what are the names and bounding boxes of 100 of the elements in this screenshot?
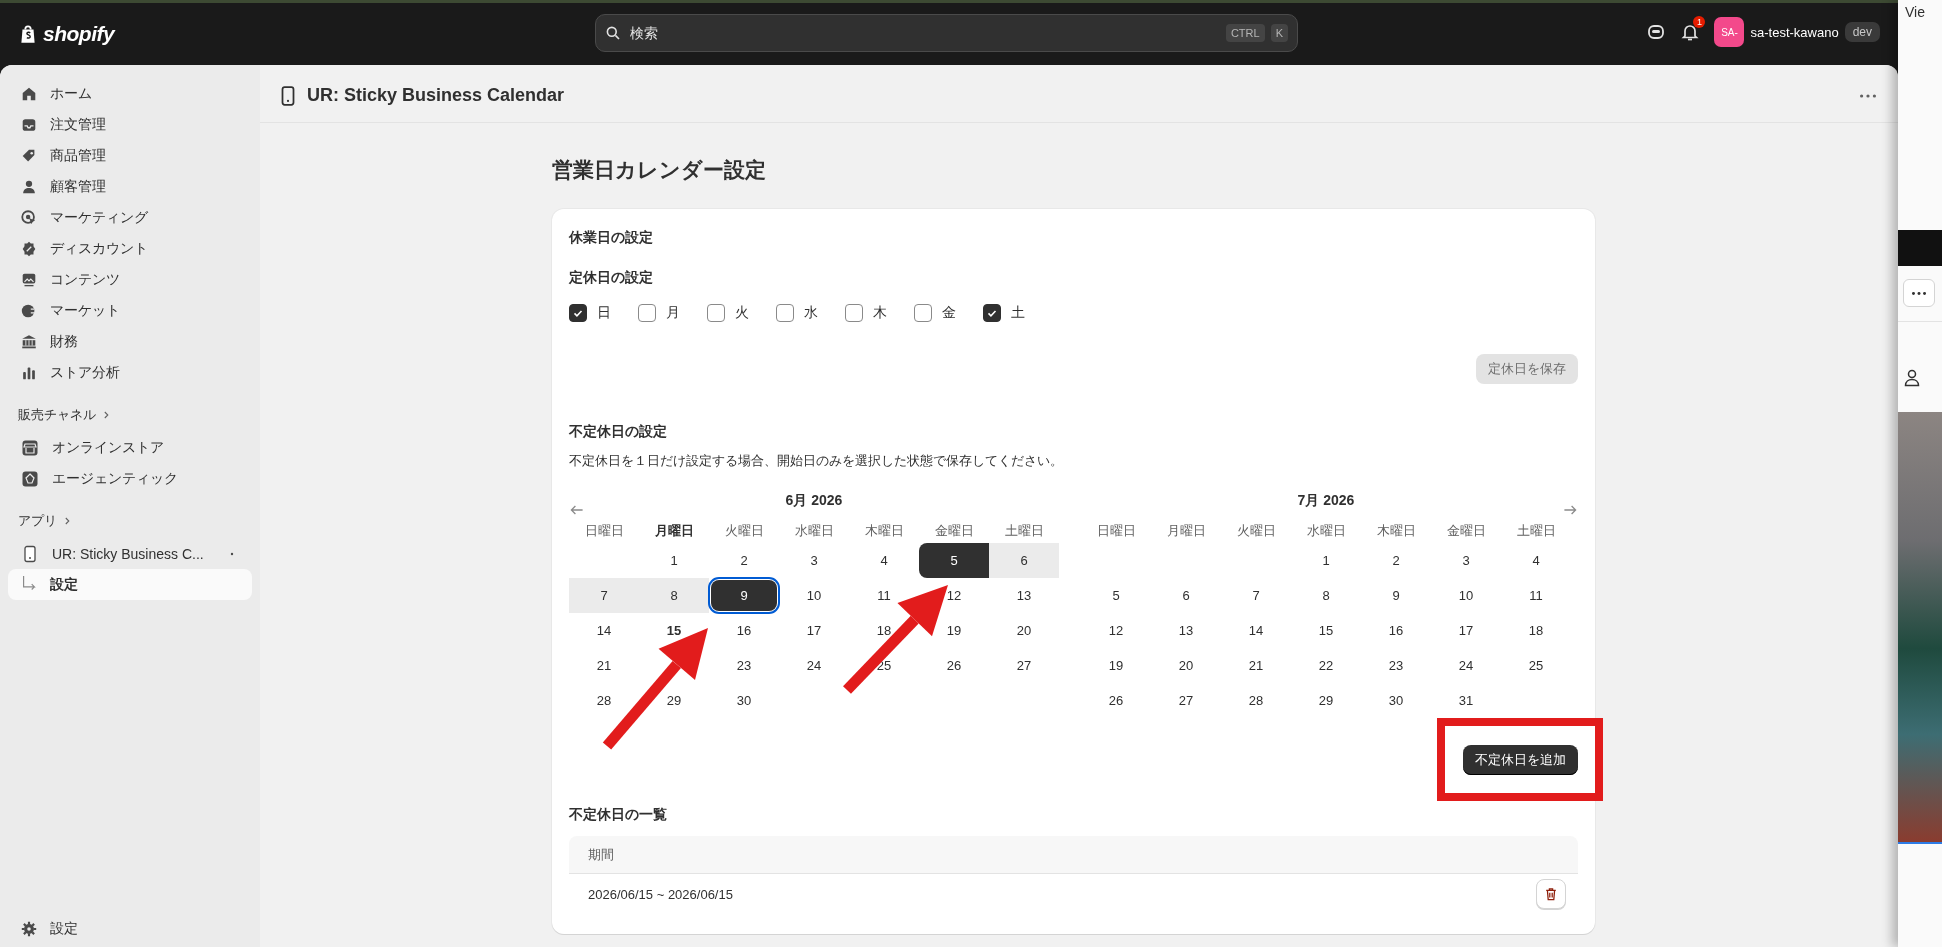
calendar-day[interactable]: 17 [1458, 623, 1474, 638]
add-holiday-button[interactable]: 不定休日を追加 [1463, 745, 1578, 775]
calendar-day[interactable]: 28 [1248, 693, 1264, 708]
weekday-label: 火曜日 [1236, 522, 1276, 540]
calendar-day[interactable]: 16 [736, 623, 752, 638]
calendar-day[interactable]: 4 [1532, 553, 1540, 568]
calendar-day[interactable]: 14 [1248, 623, 1264, 638]
calendar-day[interactable]: 5 [1112, 588, 1120, 603]
calendar-day[interactable]: 11 [1529, 588, 1543, 603]
more-button[interactable] [1903, 279, 1935, 307]
calendar-day[interactable]: 28 [596, 693, 612, 708]
calendar-day[interactable]: 24 [1458, 658, 1474, 673]
nav-item[interactable]: エージェンティック [8, 463, 252, 494]
calendar-day[interactable]: 24 [806, 658, 822, 673]
calendar-day[interactable]: 19 [1108, 658, 1124, 673]
calendar-day[interactable]: 8 [1322, 588, 1330, 603]
search-icon [605, 25, 621, 41]
calendar-day[interactable]: 23 [736, 658, 752, 673]
calendar-day[interactable]: 30 [1388, 693, 1404, 708]
calendar-day[interactable]: 21 [596, 658, 612, 673]
nav-item[interactable]: UR: Sticky Business C... [8, 538, 252, 569]
calendar-day[interactable]: 13 [1178, 623, 1194, 638]
calendar-day[interactable]: 20 [1178, 658, 1194, 673]
calendar-day[interactable]: 26 [1108, 693, 1124, 708]
calendar-day[interactable]: 20 [1016, 623, 1032, 638]
calendar-day[interactable]: 2 [740, 553, 748, 568]
shortcut-key: CTRL [1225, 24, 1265, 42]
nav-item[interactable]: 設定 [8, 913, 252, 944]
person-icon[interactable] [1902, 368, 1922, 388]
nav-item[interactable]: オンラインストア [8, 432, 252, 463]
calendar-day[interactable]: 11 [877, 588, 891, 603]
calendar-day[interactable]: 18 [1528, 623, 1544, 638]
delete-button[interactable] [1536, 879, 1566, 909]
calendar-day[interactable]: 1 [1322, 553, 1330, 568]
calendar-day[interactable]: 8 [639, 578, 709, 613]
calendar-day[interactable]: 26 [946, 658, 962, 673]
checkbox[interactable] [569, 304, 587, 322]
nav-item[interactable]: 顧客管理 [8, 171, 252, 202]
calendar-day[interactable]: 6 [989, 543, 1059, 578]
logo-text: shopify [43, 22, 115, 46]
weekday-label: 土曜日 [1516, 522, 1556, 540]
calendar-day[interactable]: 10 [1458, 588, 1474, 603]
calendar-day[interactable]: 3 [810, 553, 818, 568]
checkbox[interactable] [845, 304, 863, 322]
assistant-icon[interactable] [1646, 22, 1667, 42]
calendar-day[interactable]: 6 [1182, 588, 1190, 603]
nav-item[interactable]: マーケティング [8, 202, 252, 233]
nav-item[interactable]: コンテンツ [8, 264, 252, 295]
calendar-day[interactable]: 27 [1016, 658, 1032, 673]
section-link[interactable]: アプリ [8, 507, 252, 535]
store-name: sa-test-kawano [1750, 24, 1839, 40]
calendar-day[interactable]: 7 [1252, 588, 1260, 603]
weekday-label: 木曜日 [1376, 522, 1416, 540]
calendar-day[interactable]: 1 [670, 553, 678, 568]
calendar-day[interactable]: 10 [806, 588, 822, 603]
calendar-day[interactable]: 23 [1388, 658, 1404, 673]
calendar-day[interactable]: 14 [596, 623, 612, 638]
checkbox[interactable] [983, 304, 1001, 322]
calendar-day[interactable]: 7 [569, 578, 639, 613]
calendar-day[interactable]: 17 [806, 623, 822, 638]
nav-item[interactable]: マーケット [8, 295, 252, 326]
checkbox[interactable] [638, 304, 656, 322]
calendar-day[interactable]: 2 [1392, 553, 1400, 568]
checkbox-label: 月 [666, 304, 680, 322]
nav-item[interactable]: ホーム [8, 78, 252, 109]
calendar-day[interactable]: 12 [946, 588, 962, 603]
checkbox[interactable] [914, 304, 932, 322]
calendar-day[interactable]: 22 [1318, 658, 1334, 673]
calendar-day[interactable]: 9 [1392, 588, 1400, 603]
calendar-day[interactable]: 25 [1528, 658, 1544, 673]
toolbar-bar [1898, 230, 1942, 266]
calendar-day[interactable]: 31 [1458, 693, 1474, 708]
section-title: 不定休日の一覧 [569, 806, 668, 824]
calendar-day[interactable]: 5 [919, 543, 989, 578]
calendar-day[interactable]: 18 [876, 623, 892, 638]
nav-item[interactable]: 財務 [8, 326, 252, 357]
calendar-day[interactable]: 30 [736, 693, 752, 708]
more-icon[interactable] [1860, 93, 1876, 98]
calendar-day[interactable]: 15 [1318, 623, 1334, 638]
calendar-day[interactable]: 19 [946, 623, 962, 638]
calendar-day[interactable]: 29 [666, 693, 682, 708]
month-title: 7月 2026 [1297, 492, 1355, 510]
nav-item[interactable]: 商品管理 [8, 140, 252, 171]
calendar-day[interactable]: 4 [880, 553, 888, 568]
nav-item[interactable]: 注文管理 [8, 109, 252, 140]
nav-item[interactable]: ディスカウント [8, 233, 252, 264]
calendar-day[interactable]: 13 [1016, 588, 1032, 603]
calendar-day[interactable]: 16 [1388, 623, 1404, 638]
nav-subitem[interactable]: 設定 [8, 569, 252, 600]
calendar-day[interactable]: 12 [1108, 623, 1124, 638]
calendar-day[interactable]: 21 [1248, 658, 1264, 673]
calendar-day[interactable]: 3 [1462, 553, 1470, 568]
checkbox[interactable] [776, 304, 794, 322]
calendar-day[interactable]: 29 [1318, 693, 1334, 708]
nav-item[interactable]: ストア分析 [8, 357, 252, 388]
section-link[interactable]: 販売チャネル [8, 401, 252, 429]
checkbox[interactable] [707, 304, 725, 322]
calendar-day[interactable]: 15 [666, 623, 682, 638]
calendar-day[interactable]: 27 [1178, 693, 1194, 708]
calendar-day[interactable]: 9 [711, 580, 777, 611]
